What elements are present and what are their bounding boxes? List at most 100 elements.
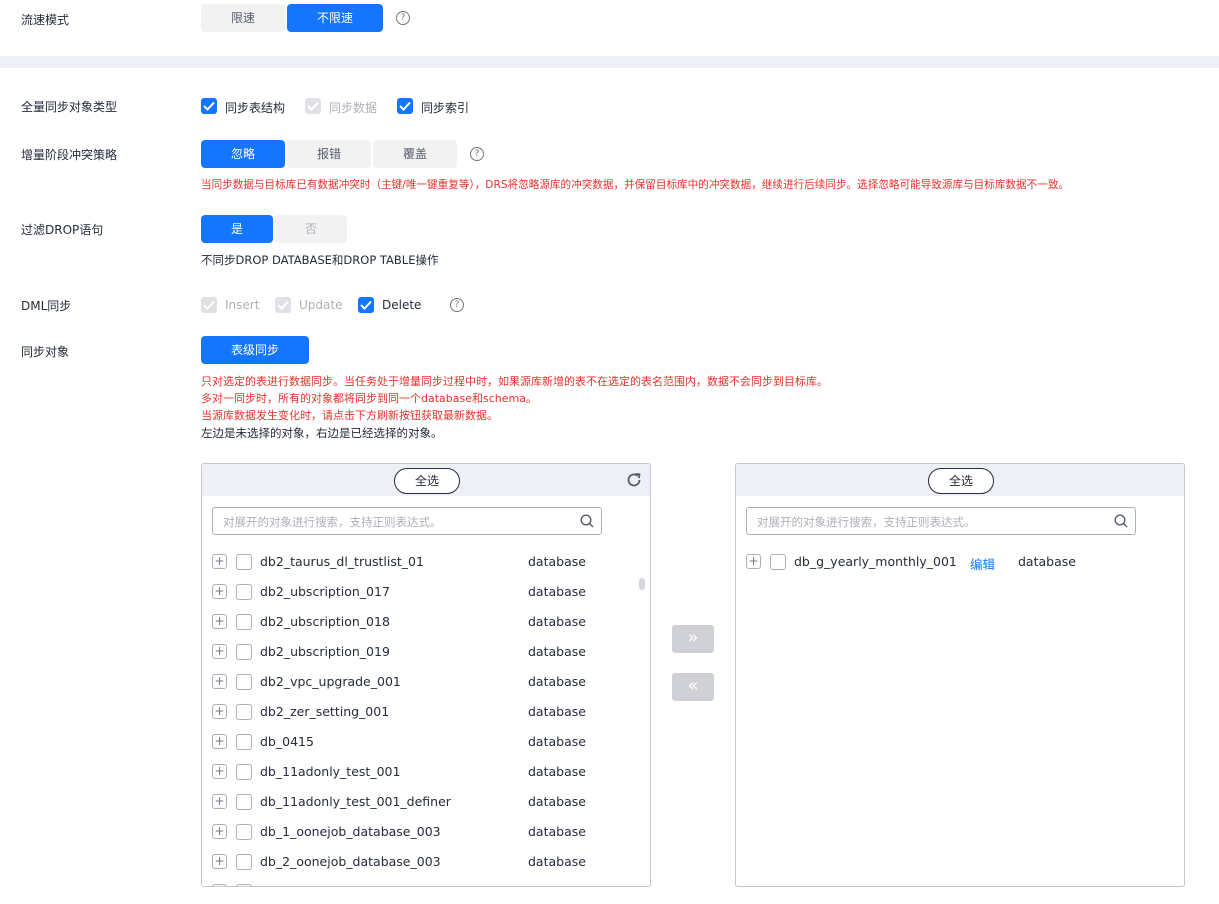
flow-mode-label: 流速模式 bbox=[21, 13, 70, 27]
left-list-item[interactable]: + db_2_oonejob_database_003 database bbox=[212, 846, 632, 876]
dml-insert-label: Insert bbox=[225, 298, 260, 312]
left-list-item[interactable]: + db_1_oonejob_database_003 database bbox=[212, 816, 632, 846]
item-checkbox[interactable] bbox=[236, 734, 252, 750]
conflict-overwrite-option[interactable]: 覆盖 bbox=[373, 140, 457, 168]
sync-objects-note-2: 多对一同步时，所有的对象都将同步到同一个database和schema。 bbox=[201, 392, 537, 405]
conflict-policy-label: 增量阶段冲突策略 bbox=[21, 148, 118, 162]
expand-plus-icon[interactable]: + bbox=[212, 554, 227, 569]
flow-mode-limited-option[interactable]: 限速 bbox=[201, 4, 285, 32]
item-checkbox[interactable] bbox=[236, 554, 252, 570]
expand-plus-icon[interactable]: + bbox=[212, 884, 227, 886]
item-checkbox[interactable] bbox=[236, 584, 252, 600]
item-checkbox[interactable] bbox=[236, 794, 252, 810]
item-checkbox[interactable] bbox=[236, 824, 252, 840]
expand-plus-icon[interactable]: + bbox=[212, 584, 227, 599]
question-circle-icon[interactable]: ? bbox=[396, 11, 410, 25]
item-type: database bbox=[528, 794, 586, 809]
flow-mode-unlimited-option[interactable]: 不限速 bbox=[287, 4, 383, 32]
section-divider bbox=[0, 56, 1219, 68]
left-list-item[interactable]: + db2_ubscription_019 database bbox=[212, 636, 632, 666]
expand-plus-icon[interactable]: + bbox=[212, 614, 227, 629]
item-type: database bbox=[528, 854, 586, 869]
right-transfer-panel: 全选 对展开的对象进行搜索，支持正则表达式。 + db_g_yearly_mon… bbox=[735, 463, 1185, 887]
dml-sync-label: DML同步 bbox=[21, 299, 72, 313]
item-checkbox[interactable] bbox=[236, 884, 252, 886]
item-checkbox[interactable] bbox=[770, 554, 786, 570]
filter-drop-yes-option[interactable]: 是 bbox=[201, 215, 273, 243]
left-select-all-button[interactable]: 全选 bbox=[394, 468, 460, 494]
expand-plus-icon[interactable]: + bbox=[212, 794, 227, 809]
item-type: database bbox=[528, 884, 586, 886]
question-circle-icon[interactable]: ? bbox=[470, 147, 484, 161]
item-name: db_0415 bbox=[260, 734, 314, 749]
search-icon bbox=[1114, 514, 1128, 528]
refresh-icon[interactable] bbox=[625, 471, 643, 489]
sync-objects-note-1: 只对选定的表进行数据同步。当任务处于增量同步过程中时，如果源库新增的表不在选定的… bbox=[201, 375, 828, 388]
dml-delete-label: Delete bbox=[382, 298, 422, 312]
expand-plus-icon[interactable]: + bbox=[212, 854, 227, 869]
right-list-item[interactable]: + db_g_yearly_monthly_001 编辑 database bbox=[746, 546, 1176, 576]
sync-objects-hint: 左边是未选择的对象，右边是已经选择的对象。 bbox=[201, 426, 443, 440]
item-checkbox[interactable] bbox=[236, 764, 252, 780]
full-sync-types-label: 全量同步对象类型 bbox=[21, 100, 118, 114]
right-select-all-button[interactable]: 全选 bbox=[928, 468, 994, 494]
left-list-item[interactable]: + db_5_object_compare_001 database bbox=[212, 876, 632, 886]
expand-plus-icon[interactable]: + bbox=[212, 704, 227, 719]
expand-plus-icon[interactable]: + bbox=[212, 674, 227, 689]
move-right-button[interactable]: » bbox=[672, 625, 714, 653]
item-checkbox[interactable] bbox=[236, 644, 252, 660]
right-search-placeholder: 对展开的对象进行搜索，支持正则表达式。 bbox=[757, 515, 976, 529]
item-checkbox[interactable] bbox=[236, 704, 252, 720]
item-name: db2_ubscription_018 bbox=[260, 614, 390, 629]
left-search-input[interactable]: 对展开的对象进行搜索，支持正则表达式。 bbox=[212, 507, 602, 535]
left-list-item[interactable]: + db2_zer_setting_001 database bbox=[212, 696, 632, 726]
left-transfer-panel: 全选 对展开的对象进行搜索，支持正则表达式。 + db2_taurus_dl_tr… bbox=[201, 463, 651, 887]
item-checkbox[interactable] bbox=[236, 614, 252, 630]
item-name: db_1_oonejob_database_003 bbox=[260, 824, 441, 839]
expand-plus-icon[interactable]: + bbox=[212, 764, 227, 779]
item-name: db2_taurus_dl_trustlist_01 bbox=[260, 554, 424, 569]
item-checkbox[interactable] bbox=[236, 674, 252, 690]
question-circle-icon[interactable]: ? bbox=[450, 298, 464, 312]
expand-plus-icon[interactable]: + bbox=[212, 824, 227, 839]
expand-plus-icon[interactable]: + bbox=[212, 734, 227, 749]
edit-link[interactable]: 编辑 bbox=[970, 554, 995, 573]
item-checkbox[interactable] bbox=[236, 854, 252, 870]
search-icon bbox=[580, 514, 594, 528]
conflict-ignore-option[interactable]: 忽略 bbox=[201, 140, 285, 168]
item-type: database bbox=[528, 584, 586, 599]
item-name: db_5_object_compare_001 bbox=[260, 884, 426, 886]
move-left-button[interactable]: « bbox=[672, 673, 714, 701]
left-list-item[interactable]: + db2_taurus_dl_trustlist_01 database bbox=[212, 546, 632, 576]
item-type: database bbox=[528, 734, 586, 749]
left-list-item[interactable]: + db2_vpc_upgrade_001 database bbox=[212, 666, 632, 696]
item-name: db2_vpc_upgrade_001 bbox=[260, 674, 401, 689]
right-search-input[interactable]: 对展开的对象进行搜索，支持正则表达式。 bbox=[746, 507, 1136, 535]
item-type: database bbox=[528, 554, 586, 569]
sync-index-label: 同步索引 bbox=[421, 101, 470, 115]
filter-drop-note: 不同步DROP DATABASE和DROP TABLE操作 bbox=[201, 253, 439, 267]
item-type: database bbox=[528, 764, 586, 779]
expand-plus-icon[interactable]: + bbox=[746, 554, 761, 569]
dml-delete-checkbox[interactable] bbox=[358, 297, 374, 313]
table-level-sync-button[interactable]: 表级同步 bbox=[201, 336, 309, 364]
item-type: database bbox=[528, 644, 586, 659]
dml-update-label: Update bbox=[299, 298, 343, 312]
expand-plus-icon[interactable]: + bbox=[212, 644, 227, 659]
item-name: db2_ubscription_017 bbox=[260, 584, 390, 599]
conflict-error-option[interactable]: 报错 bbox=[287, 140, 371, 168]
item-name: db_11adonly_test_001_definer bbox=[260, 794, 451, 809]
left-list-item[interactable]: + db_11adonly_test_001_definer database bbox=[212, 786, 632, 816]
left-list-item[interactable]: + db_0415 database bbox=[212, 726, 632, 756]
left-list-scrollbar[interactable] bbox=[639, 578, 645, 590]
item-type: database bbox=[528, 674, 586, 689]
left-list-item[interactable]: + db_11adonly_test_001 database bbox=[212, 756, 632, 786]
item-name: db_11adonly_test_001 bbox=[260, 764, 401, 779]
filter-drop-label: 过滤DROP语句 bbox=[21, 223, 104, 237]
left-list-item[interactable]: + db2_ubscription_018 database bbox=[212, 606, 632, 636]
sync-structure-checkbox[interactable] bbox=[201, 98, 217, 114]
sync-index-checkbox[interactable] bbox=[397, 98, 413, 114]
left-list-item[interactable]: + db2_ubscription_017 database bbox=[212, 576, 632, 606]
filter-drop-no-option: 否 bbox=[275, 215, 347, 243]
left-search-placeholder: 对展开的对象进行搜索，支持正则表达式。 bbox=[223, 515, 442, 529]
